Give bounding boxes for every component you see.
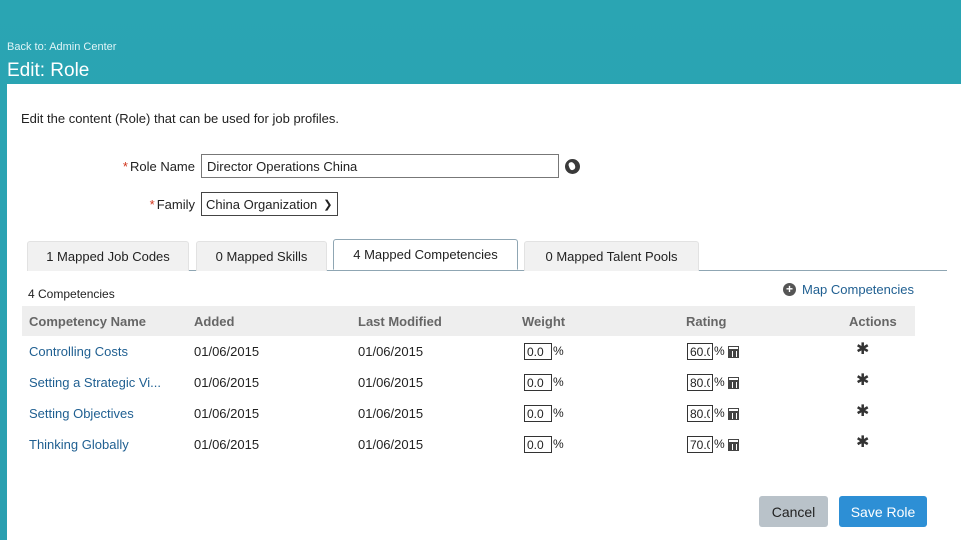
table-row: Setting a Strategic Vi... 01/06/2015 01/… <box>22 367 915 398</box>
gear-icon[interactable]: ✱ <box>856 404 869 420</box>
tab-mapped-competencies[interactable]: 4 Mapped Competencies <box>333 239 518 270</box>
gear-icon[interactable]: ✱ <box>856 435 869 451</box>
column-header-last-modified[interactable]: Last Modified <box>358 314 442 329</box>
role-name-label: * Role Name <box>122 158 195 174</box>
save-role-button[interactable]: Save Role <box>839 496 927 527</box>
add-circle-icon: + <box>783 283 796 296</box>
competency-count: 4 Competencies <box>28 287 115 301</box>
modified-date: 01/06/2015 <box>358 375 424 390</box>
page-title: Edit: Role <box>7 60 90 81</box>
tab-mapped-skills[interactable]: 0 Mapped Skills <box>196 241 327 271</box>
rating-input[interactable] <box>687 343 713 360</box>
percent-sign: % <box>553 406 564 420</box>
weight-input[interactable] <box>524 405 552 422</box>
column-header-actions: Actions <box>849 314 897 329</box>
family-row: * Family China Organization ❯ <box>107 192 338 216</box>
tab-bar: 1 Mapped Job Codes 0 Mapped Skills 4 Map… <box>27 239 947 271</box>
column-header-competency-name[interactable]: Competency Name <box>29 314 146 329</box>
percent-sign: % <box>553 437 564 451</box>
column-header-added[interactable]: Added <box>194 314 234 329</box>
edit-role-panel: Edit the content (Role) that can be used… <box>7 84 961 540</box>
percent-sign: % <box>553 375 564 389</box>
weight-input[interactable] <box>524 436 552 453</box>
added-date: 01/06/2015 <box>194 406 260 421</box>
table-row: Setting Objectives 01/06/2015 01/06/2015… <box>22 398 915 429</box>
table-row: Controlling Costs 01/06/2015 01/06/2015 … <box>22 336 915 367</box>
role-name-row: * Role Name <box>107 154 580 178</box>
percent-sign: % <box>714 437 725 451</box>
table-row: Thinking Globally 01/06/2015 01/06/2015 … <box>22 429 915 460</box>
calculator-icon[interactable] <box>728 439 739 451</box>
required-marker: * <box>122 158 128 174</box>
required-marker: * <box>149 196 155 212</box>
tab-mapped-job-codes[interactable]: 1 Mapped Job Codes <box>27 241 189 271</box>
percent-sign: % <box>714 344 725 358</box>
competency-name-link[interactable]: Controlling Costs <box>29 344 128 359</box>
competency-name-link[interactable]: Setting Objectives <box>29 406 134 421</box>
rating-input[interactable] <box>687 405 713 422</box>
rating-input[interactable] <box>687 436 713 453</box>
role-name-input[interactable] <box>201 154 559 178</box>
competencies-table: Competency Name Added Last Modified Weig… <box>22 306 915 460</box>
family-select-value: China Organization <box>206 196 318 212</box>
family-select[interactable]: China Organization ❯ <box>201 192 338 216</box>
map-competencies-label: Map Competencies <box>802 282 914 297</box>
weight-input[interactable] <box>524 374 552 391</box>
added-date: 01/06/2015 <box>194 344 260 359</box>
tab-mapped-talent-pools[interactable]: 0 Mapped Talent Pools <box>524 241 699 271</box>
cancel-button[interactable]: Cancel <box>759 496 828 527</box>
family-label: * Family <box>149 196 195 212</box>
column-header-weight[interactable]: Weight <box>522 314 565 329</box>
modified-date: 01/06/2015 <box>358 406 424 421</box>
gear-icon[interactable]: ✱ <box>856 373 869 389</box>
gear-icon[interactable]: ✱ <box>856 342 869 358</box>
calculator-icon[interactable] <box>728 408 739 420</box>
modified-date: 01/06/2015 <box>358 437 424 452</box>
globe-icon[interactable] <box>565 158 580 174</box>
weight-input[interactable] <box>524 343 552 360</box>
chevron-down-icon: ❯ <box>323 198 333 211</box>
competency-name-link[interactable]: Setting a Strategic Vi... <box>29 375 161 390</box>
added-date: 01/06/2015 <box>194 437 260 452</box>
rating-input[interactable] <box>687 374 713 391</box>
competency-name-link[interactable]: Thinking Globally <box>29 437 129 452</box>
back-to-admin-center-link[interactable]: Back to: Admin Center <box>7 41 116 53</box>
calculator-icon[interactable] <box>728 346 739 358</box>
column-header-rating[interactable]: Rating <box>686 314 726 329</box>
table-header: Competency Name Added Last Modified Weig… <box>22 306 915 336</box>
modified-date: 01/06/2015 <box>358 344 424 359</box>
page-header: Back to: Admin Center Edit: Role <box>0 0 961 84</box>
percent-sign: % <box>553 344 564 358</box>
calculator-icon[interactable] <box>728 377 739 389</box>
intro-text: Edit the content (Role) that can be used… <box>21 111 339 126</box>
percent-sign: % <box>714 406 725 420</box>
map-competencies-link[interactable]: + Map Competencies <box>783 282 914 297</box>
added-date: 01/06/2015 <box>194 375 260 390</box>
percent-sign: % <box>714 375 725 389</box>
